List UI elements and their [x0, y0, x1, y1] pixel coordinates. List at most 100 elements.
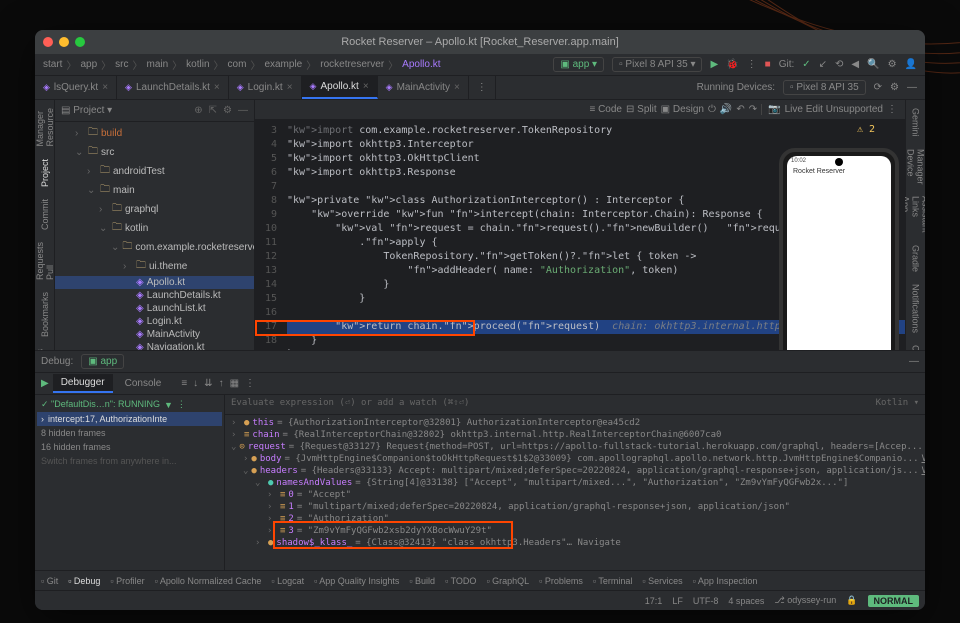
thread-status[interactable]: ✓ "DefaultDis…n": RUNNING [41, 399, 160, 410]
tree-item[interactable]: ›🗀build [55, 124, 254, 143]
variable-row[interactable]: ›● this = {AuthorizationInterceptor@3280… [225, 417, 925, 429]
split-mode-button[interactable]: ⊟ Split [626, 104, 657, 115]
bottom-tab-apollo-normalized-cache[interactable]: ▫ Apollo Normalized Cache [155, 576, 262, 586]
hide-icon[interactable]: — [907, 82, 917, 93]
hidden-frames[interactable]: 16 hidden frames [37, 440, 222, 454]
bottom-tab-debug[interactable]: ▫ Debug [68, 576, 100, 586]
bottom-tab-app-quality-insights[interactable]: ▫ App Quality Insights [314, 576, 399, 586]
breadcrumb-part[interactable]: main [146, 59, 168, 70]
force-step-icon[interactable]: ⇊ [204, 378, 212, 389]
editor-tab[interactable]: ◈lsQuery.kt× [35, 76, 117, 99]
git-commit-icon[interactable]: ✓ [802, 59, 810, 70]
emulator-screen[interactable]: 10:02 Rocket Reserver [787, 156, 891, 350]
debug-button[interactable]: 🐞 [726, 59, 738, 70]
tree-item[interactable]: ◈Login.kt [55, 315, 254, 328]
hide-panel-icon[interactable]: — [238, 105, 248, 116]
run-configuration-selector[interactable]: ▣ app ▾ [553, 57, 604, 72]
stack-frame[interactable]: › intercept:17, AuthorizationInte [37, 412, 222, 426]
stop-button[interactable]: ■ [765, 59, 771, 70]
bottom-tab-logcat[interactable]: ▫ Logcat [271, 576, 304, 586]
settings-icon[interactable]: ⚙ [888, 59, 897, 70]
breadcrumb-part[interactable]: kotlin [186, 59, 209, 70]
tree-item[interactable]: ⌄🗀kotlin [55, 219, 254, 238]
step-over-icon[interactable]: ≡ [181, 378, 187, 389]
search-icon[interactable]: 🔍 [867, 59, 879, 70]
caret-position[interactable]: 17:1 [645, 596, 663, 606]
debugger-tab[interactable]: Debugger [53, 374, 113, 393]
camera-icon[interactable]: 📷 [761, 104, 780, 115]
breadcrumb-part[interactable]: com [228, 59, 247, 70]
git-update-icon[interactable]: ↙ [819, 59, 827, 70]
hidden-frames[interactable]: 8 hidden frames [37, 426, 222, 440]
maximize-window-button[interactable] [75, 37, 85, 47]
tool-device-manager[interactable]: Device Manager [906, 149, 926, 185]
breadcrumb-part[interactable]: Apollo.kt [402, 59, 440, 70]
tree-item[interactable]: ◈MainActivity [55, 328, 254, 341]
back-icon[interactable]: ◀ [851, 59, 859, 70]
tree-item[interactable]: ›🗀ui.theme [55, 257, 254, 276]
step-into-icon[interactable]: ↓ [193, 378, 198, 389]
step-out-icon[interactable]: ↑ [219, 378, 224, 389]
indent-setting[interactable]: 4 spaces [728, 596, 764, 606]
refresh-icon[interactable]: ⟳ [874, 82, 882, 93]
resume-button[interactable]: ▶ [41, 378, 49, 389]
bottom-tab-services[interactable]: ▫ Services [642, 576, 682, 586]
variables-panel[interactable]: Evaluate expression (⏎) or add a watch (… [225, 395, 925, 570]
run-button[interactable]: ▶ [710, 59, 718, 70]
tool-build-variants[interactable]: Build Variants [35, 349, 55, 350]
editor-tab[interactable]: ◈LaunchDetails.kt× [117, 76, 229, 99]
tree-item[interactable]: ◈LaunchDetails.kt [55, 289, 254, 302]
device-selector[interactable]: ▫ Pixel 8 API 35 ▾ [612, 57, 702, 72]
bottom-tab-app-inspection[interactable]: ▫ App Inspection [693, 576, 758, 586]
tool-project[interactable]: Project [40, 159, 50, 187]
tool-gradle[interactable]: Gradle [911, 245, 921, 272]
panel-settings-icon[interactable]: ⚙ [223, 105, 232, 116]
variable-row[interactable]: ›≡ 1 = "multipart/mixed;deferSpec=202208… [225, 501, 925, 513]
editor-tab[interactable]: ◈Apollo.kt× [302, 76, 378, 99]
bottom-tab-git[interactable]: ▫ Git [41, 576, 58, 586]
variable-row[interactable]: ⌄● headers = {Headers@33133} Accept: mul… [225, 465, 925, 477]
history-icon[interactable]: ⟲ [835, 59, 843, 70]
bottom-tab-problems[interactable]: ▫ Problems [539, 576, 583, 586]
editor-tab[interactable]: ◈Login.kt× [229, 76, 302, 99]
variable-row[interactable]: ⌄● namesAndValues = {String[4]@33138} ["… [225, 477, 925, 489]
rotate-left-icon[interactable]: ↶ [736, 104, 744, 115]
view-link[interactable]: View [922, 454, 926, 464]
console-tab[interactable]: Console [117, 375, 170, 392]
select-opened-file-icon[interactable]: ⊕ [194, 105, 202, 116]
tool-commit[interactable]: Commit [40, 199, 50, 230]
breadcrumb-part[interactable]: start [43, 59, 62, 70]
project-mode-selector[interactable]: ▤ Project ▾ [61, 105, 112, 116]
hide-debug-icon[interactable]: — [909, 356, 919, 367]
editor-tab[interactable]: ◈MainActivity× [378, 76, 469, 99]
close-window-button[interactable] [43, 37, 53, 47]
view-link[interactable]: View [922, 466, 926, 476]
variable-row[interactable]: ›≡ chain = {RealInterceptorChain@32802} … [225, 429, 925, 441]
bottom-tab-graphql[interactable]: ▫ GraphQL [486, 576, 529, 586]
tree-item[interactable]: ◈Navigation.kt [55, 341, 254, 350]
bottom-tab-profiler[interactable]: ▫ Profiler [110, 576, 144, 586]
rotate-right-icon[interactable]: ↷ [749, 104, 757, 115]
design-mode-button[interactable]: ▣ Design [661, 104, 704, 115]
encoding[interactable]: UTF-8 [693, 596, 719, 606]
more-debug-icon[interactable]: ⋮ [245, 378, 255, 389]
line-separator[interactable]: LF [672, 596, 683, 606]
breadcrumb-part[interactable]: rocketreserver [320, 59, 384, 70]
bottom-tab-terminal[interactable]: ▫ Terminal [593, 576, 633, 586]
variable-row[interactable]: ⌄⊙ request = {Request@33127} Request{met… [225, 441, 925, 453]
minimize-window-button[interactable] [59, 37, 69, 47]
collapse-all-icon[interactable]: ⇱ [209, 105, 217, 116]
more-icon[interactable]: ⋮ [887, 104, 897, 115]
git-branch[interactable]: ⎇ odyssey-run [774, 595, 836, 606]
running-device-selector[interactable]: ▫ Pixel 8 API 35 [783, 80, 866, 95]
editor-gutter[interactable]: 345678910111213141516171819 [255, 120, 283, 350]
evaluate-icon[interactable]: ▦ [230, 378, 239, 389]
more-tabs-button[interactable]: ⋮ [469, 76, 496, 99]
project-tree[interactable]: ›🗀build⌄🗀src›🗀androidTest⌄🗀main›🗀graphql… [55, 122, 254, 350]
debug-config[interactable]: ▣ app [81, 354, 124, 369]
tree-item[interactable]: ›🗀graphql [55, 200, 254, 219]
more-actions-button[interactable]: ⋮ [747, 59, 757, 70]
breadcrumb-part[interactable]: example [264, 59, 302, 70]
frames-panel[interactable]: ✓ "DefaultDis…n": RUNNING ▼ ⋮ › intercep… [35, 395, 225, 570]
variable-row[interactable]: ›● body = {JvmHttpEngine$Companion$toOkH… [225, 453, 925, 465]
